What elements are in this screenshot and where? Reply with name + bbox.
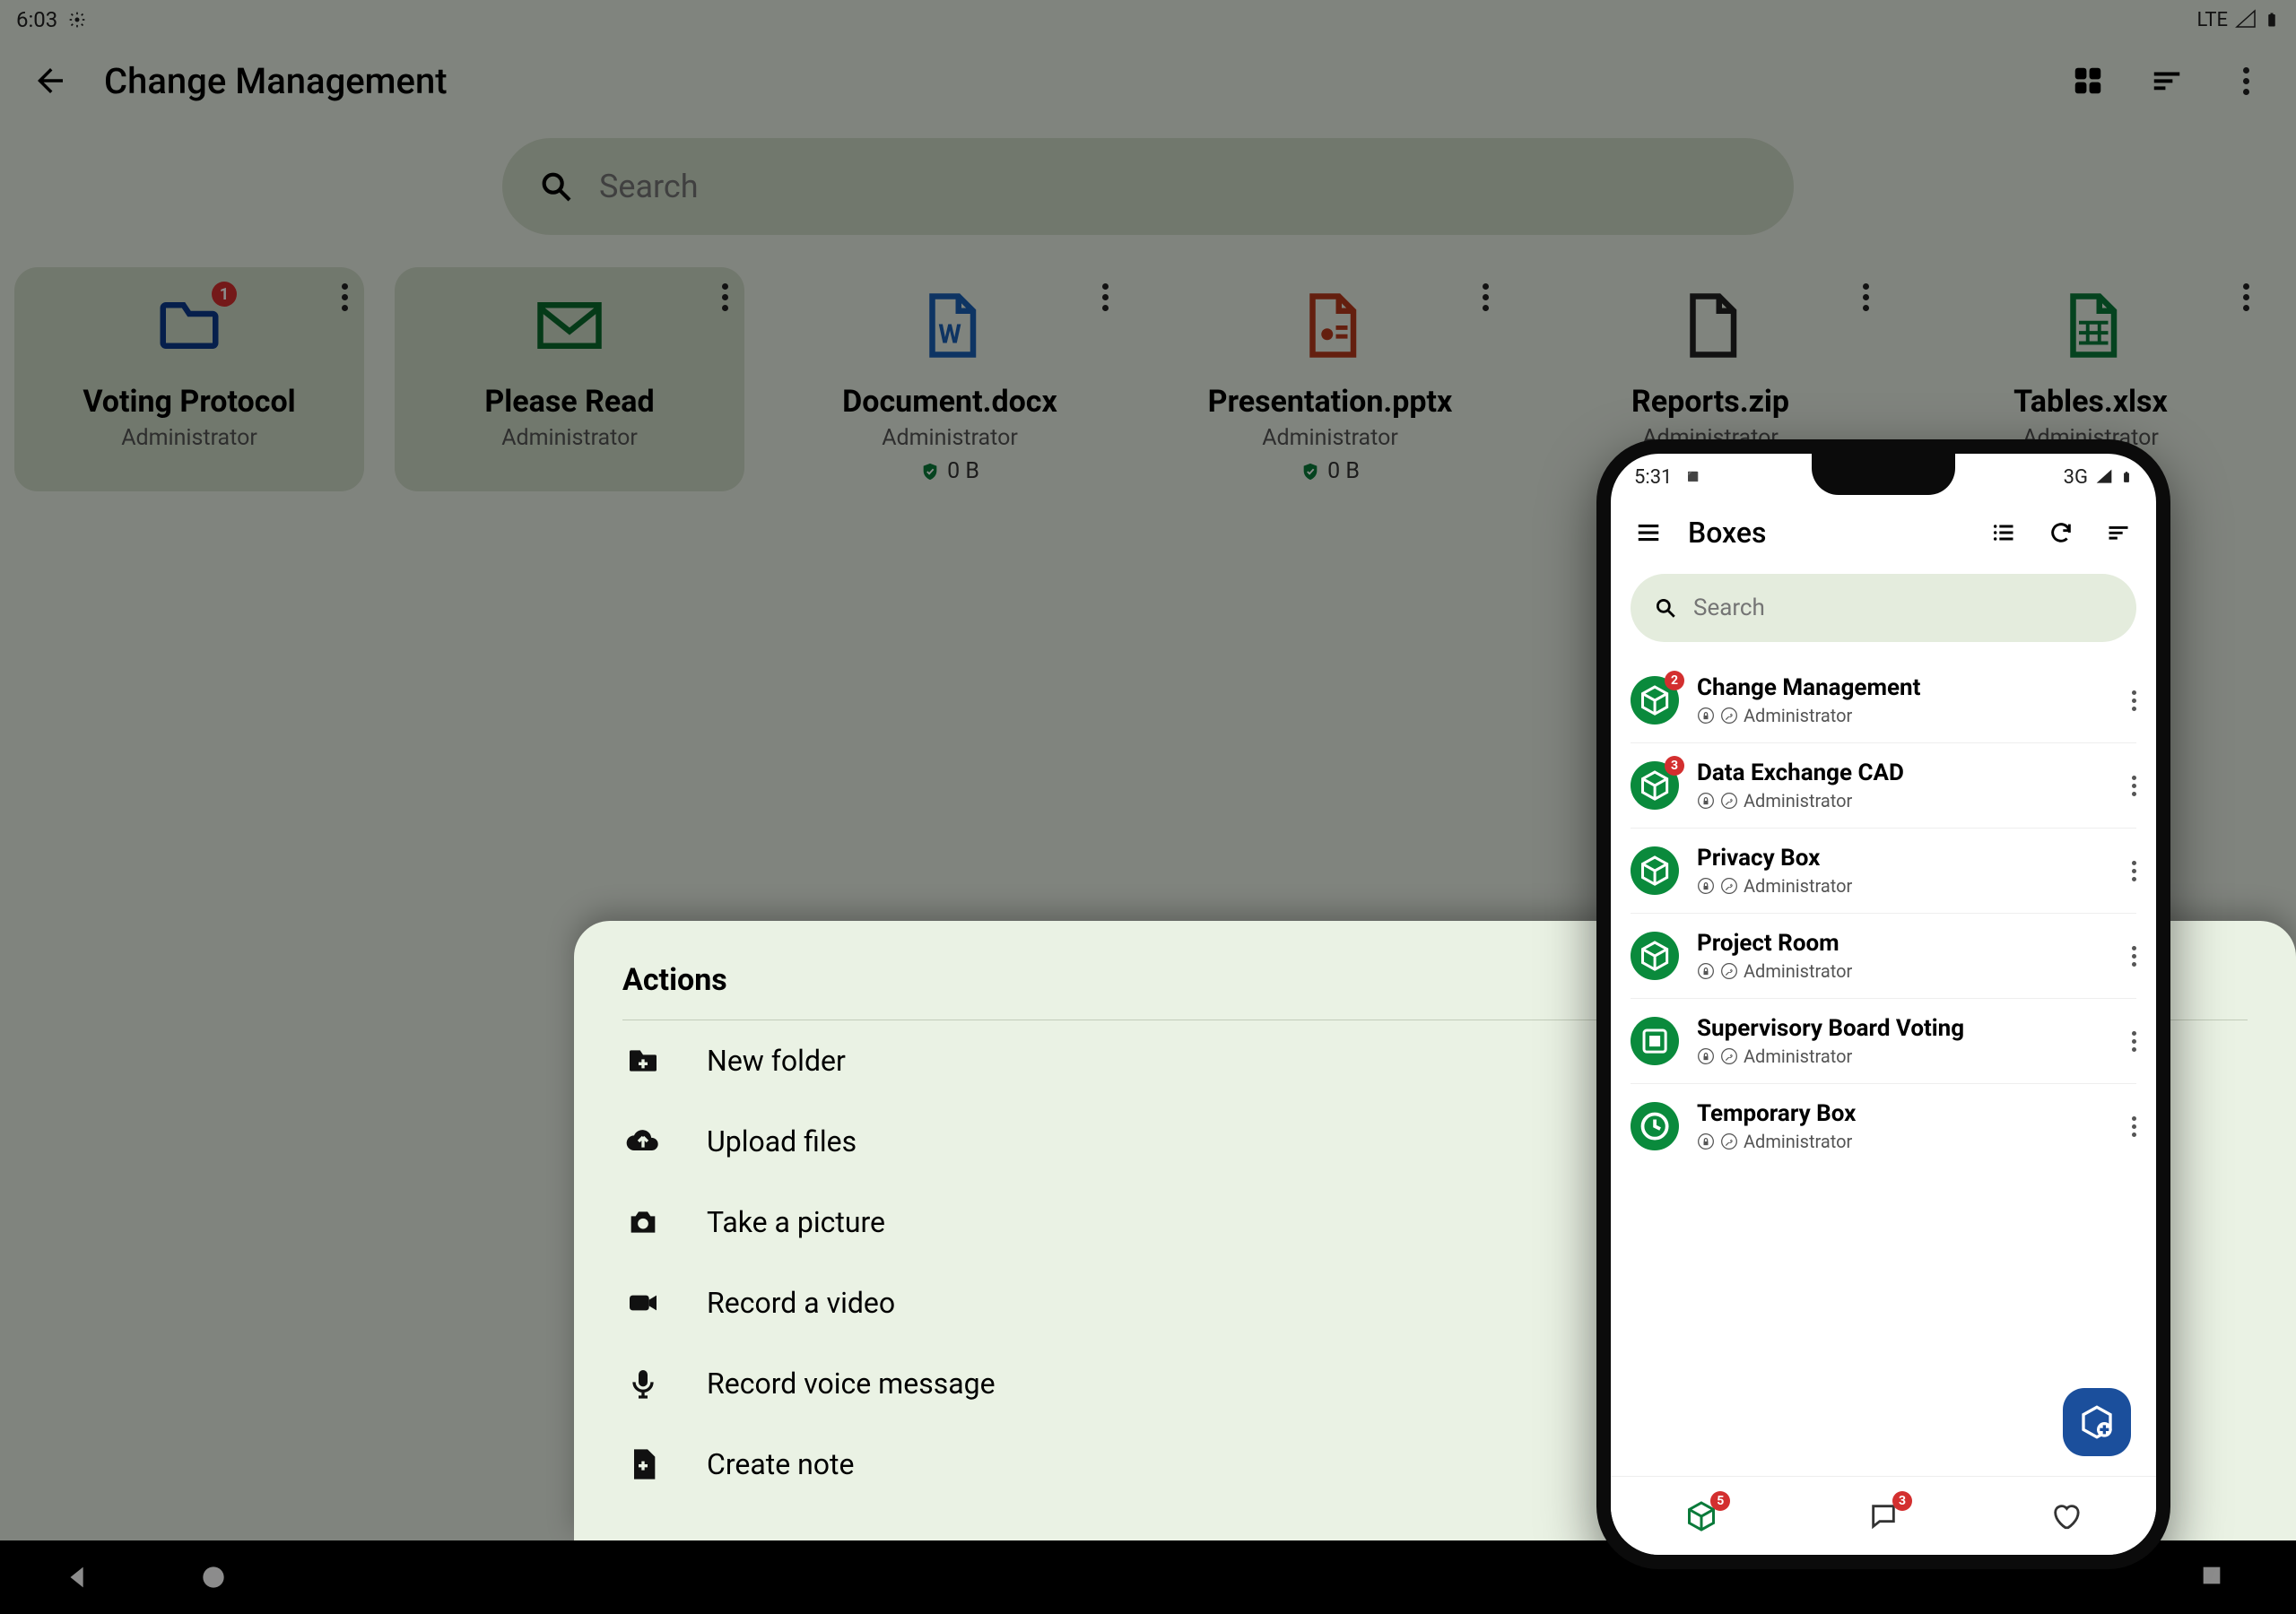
phone-status-icon: ◾: [1681, 466, 1705, 489]
list-view-button[interactable]: [1986, 515, 2022, 551]
phone-search-input[interactable]: [1693, 594, 2113, 621]
box-badge: 2: [1665, 671, 1684, 690]
lock-icon: [1697, 707, 1715, 725]
box-menu-button[interactable]: [2132, 861, 2136, 881]
phone-notch: [1812, 454, 1955, 495]
phone-network-label: 3G: [2064, 466, 2088, 489]
box-subtitle: Administrator: [1697, 1131, 2114, 1152]
phone-time: 5:31: [1634, 466, 1672, 489]
lock-icon: [1697, 962, 1715, 980]
battery-icon: [2120, 468, 2133, 486]
box-icon: [1631, 846, 1679, 895]
box-row[interactable]: Project Room Administrator: [1631, 914, 2136, 999]
box-name: Supervisory Board Voting: [1697, 1015, 2114, 1042]
signal-icon: [2095, 468, 2113, 486]
phone-fab-button[interactable]: [2063, 1388, 2131, 1456]
box-add-icon: [2079, 1404, 2115, 1440]
wrench-icon: [1720, 1047, 1738, 1065]
box-icon: [1631, 1017, 1679, 1065]
box-name: Privacy Box: [1697, 845, 2114, 872]
action-label: Take a picture: [707, 1205, 885, 1239]
wrench-icon: [1720, 792, 1738, 810]
wrench-icon: [1720, 1132, 1738, 1150]
box-menu-button[interactable]: [2132, 690, 2136, 711]
box-row[interactable]: Supervisory Board Voting Administrator: [1631, 999, 2136, 1084]
box-subtitle: Administrator: [1697, 875, 2114, 897]
box-menu-button[interactable]: [2132, 1031, 2136, 1052]
box-menu-button[interactable]: [2132, 1116, 2136, 1137]
box-subtitle: Administrator: [1697, 790, 2114, 811]
box-menu-button[interactable]: [2132, 776, 2136, 796]
box-subtitle: Administrator: [1697, 960, 2114, 982]
sort-button[interactable]: [2100, 515, 2136, 551]
box-subtitle: Administrator: [1697, 705, 2114, 726]
action-label: New folder: [707, 1044, 846, 1078]
box-row[interactable]: 2 Change Management Administrator: [1631, 658, 2136, 743]
box-icon: 3: [1631, 761, 1679, 810]
cloud-upload-icon: [622, 1124, 664, 1159]
box-row[interactable]: Temporary Box Administrator: [1631, 1084, 2136, 1168]
menu-button[interactable]: [1631, 515, 1666, 551]
box-row[interactable]: Privacy Box Administrator: [1631, 829, 2136, 914]
box-name: Data Exchange CAD: [1697, 759, 2114, 786]
phone-title: Boxes: [1688, 516, 1766, 550]
note-plus-icon: [622, 1446, 664, 1482]
phone-screen: 5:31 ◾ 3G Boxes 2 Change Management: [1596, 439, 2170, 1569]
nav-chat-badge: 3: [1892, 1491, 1912, 1511]
box-row[interactable]: 3 Data Exchange CAD Administrator: [1631, 743, 2136, 829]
camera-icon: [622, 1204, 664, 1240]
box-menu-button[interactable]: [2132, 946, 2136, 967]
mic-icon: [622, 1366, 664, 1401]
nav-boxes-badge: 5: [1710, 1491, 1730, 1511]
action-label: Record a video: [707, 1286, 895, 1320]
phone-bottom-nav: 5 3: [1611, 1476, 2156, 1555]
nav-chat[interactable]: 3: [1862, 1495, 1905, 1538]
phone-search-bar[interactable]: [1631, 574, 2136, 642]
phone-header: Boxes: [1611, 500, 2156, 565]
box-name: Change Management: [1697, 674, 2114, 701]
box-name: Temporary Box: [1697, 1100, 2114, 1127]
box-icon: [1631, 932, 1679, 980]
box-icon: [1631, 1102, 1679, 1150]
box-name: Project Room: [1697, 930, 2114, 957]
nav-boxes[interactable]: 5: [1680, 1495, 1723, 1538]
action-label: Create note: [707, 1447, 854, 1481]
wrench-icon: [1720, 877, 1738, 895]
lock-icon: [1697, 1132, 1715, 1150]
box-icon: 2: [1631, 676, 1679, 725]
action-label: Record voice message: [707, 1367, 996, 1401]
refresh-button[interactable]: [2043, 515, 2079, 551]
lock-icon: [1697, 1047, 1715, 1065]
lock-icon: [1697, 792, 1715, 810]
box-badge: 3: [1665, 756, 1684, 776]
box-list: 2 Change Management Administrator 3 Data…: [1611, 658, 2156, 1168]
nav-favorites[interactable]: [2044, 1495, 2087, 1538]
action-label: Upload files: [707, 1124, 857, 1158]
box-subtitle: Administrator: [1697, 1046, 2114, 1067]
video-icon: [622, 1285, 664, 1321]
lock-icon: [1697, 877, 1715, 895]
search-icon: [1654, 596, 1677, 620]
wrench-icon: [1720, 962, 1738, 980]
wrench-icon: [1720, 707, 1738, 725]
folder-plus-icon: [622, 1043, 664, 1079]
